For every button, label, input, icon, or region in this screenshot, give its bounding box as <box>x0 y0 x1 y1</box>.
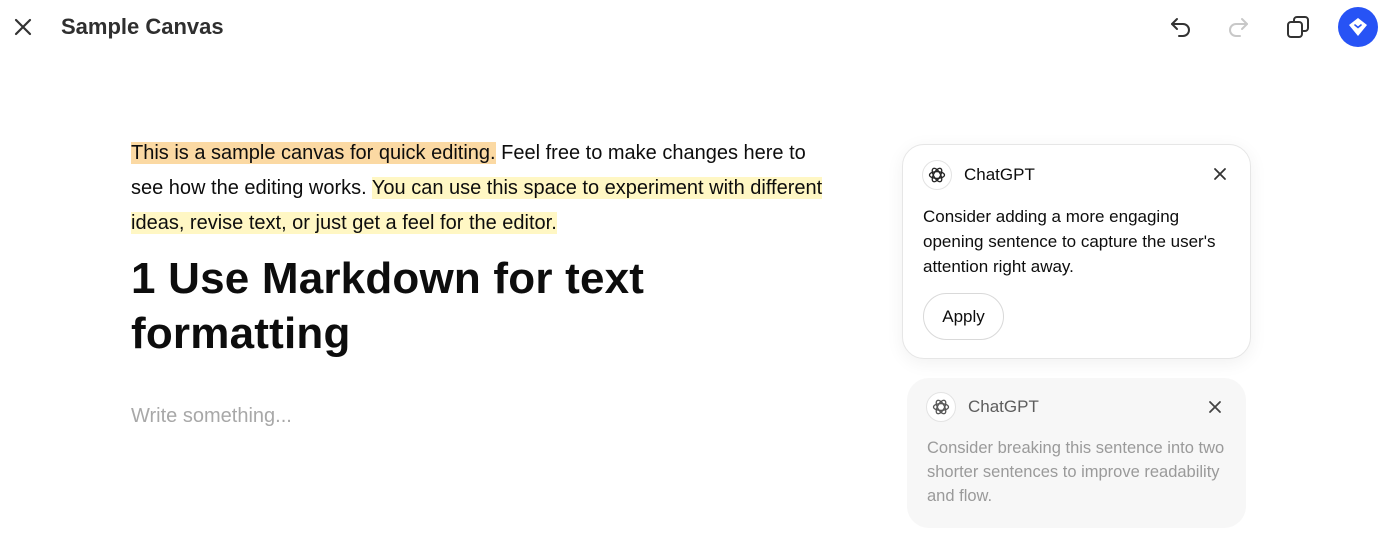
close-icon <box>1209 401 1221 413</box>
section-heading[interactable]: 1 Use Markdown for text formatting <box>131 251 841 361</box>
suggest-edits-button[interactable] <box>1338 7 1378 47</box>
comment-text: Consider adding a more engaging opening … <box>923 207 1216 276</box>
suggest-edits-icon <box>1349 18 1367 36</box>
chatgpt-logo-icon <box>932 399 950 415</box>
comment-header: ChatGPT <box>922 160 1035 190</box>
redo-icon <box>1229 18 1248 37</box>
redo-button[interactable] <box>1221 10 1255 44</box>
canvas-editor[interactable]: This is a sample canvas for quick editin… <box>131 136 841 361</box>
chatgpt-logo-icon <box>928 167 946 183</box>
dismiss-comment-button[interactable] <box>1209 163 1231 185</box>
comment-text: Consider breaking this sentence into two… <box>927 439 1225 505</box>
apply-button[interactable]: Apply <box>923 293 1004 340</box>
page-title: Sample Canvas <box>61 14 224 39</box>
copy-icon <box>1287 16 1309 38</box>
canvas-header: Sample Canvas <box>0 0 1385 56</box>
dismiss-comment-button[interactable] <box>1204 396 1226 418</box>
close-icon <box>14 18 32 36</box>
comment-card-active[interactable]: ChatGPT Consider adding a more engaging … <box>902 144 1251 359</box>
editor-placeholder[interactable]: Write something... <box>131 405 292 428</box>
undo-icon <box>1171 18 1190 37</box>
comment-author: ChatGPT <box>964 165 1035 184</box>
copy-button[interactable] <box>1281 10 1315 44</box>
avatar <box>926 392 956 422</box>
close-icon <box>1214 168 1226 180</box>
undo-button[interactable] <box>1164 10 1198 44</box>
highlighted-text-active[interactable]: This is a sample canvas for quick editin… <box>131 142 496 164</box>
close-button[interactable] <box>8 12 38 42</box>
comment-card-inactive[interactable]: ChatGPT Consider breaking this sentence … <box>907 378 1246 528</box>
avatar <box>922 160 952 190</box>
comment-header: ChatGPT <box>926 392 1039 422</box>
comment-author: ChatGPT <box>968 397 1039 416</box>
intro-paragraph[interactable]: This is a sample canvas for quick editin… <box>131 136 841 241</box>
